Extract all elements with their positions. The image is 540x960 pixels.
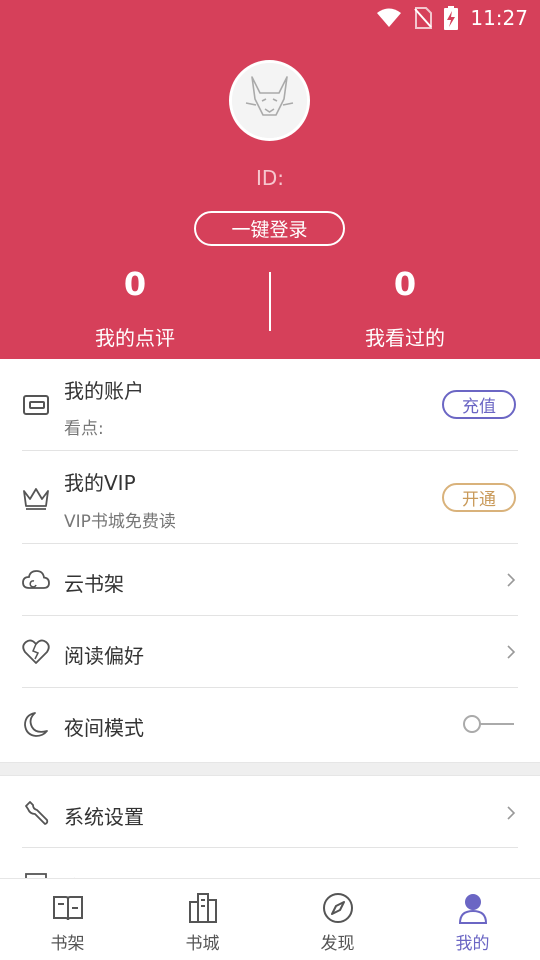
bookstore-icon xyxy=(186,891,220,925)
menu-item-reading-preference[interactable]: 阅读偏好 xyxy=(0,616,540,688)
tab-label: 发现 xyxy=(320,934,355,954)
vip-title: 我的VIP xyxy=(64,471,136,495)
tab-label: 书架 xyxy=(50,934,85,954)
menu-item-settings[interactable]: 系统设置 xyxy=(0,777,540,848)
account-points: 看点: xyxy=(64,419,104,439)
tab-label: 我的 xyxy=(455,934,490,954)
chevron-right-icon xyxy=(507,806,516,820)
menu-item-cloud-shelf[interactable]: 云书架 xyxy=(0,544,540,616)
chevron-right-icon xyxy=(507,645,516,659)
tab-mine[interactable]: 我的 xyxy=(405,879,540,960)
moon-icon xyxy=(22,710,50,738)
wallet-icon xyxy=(22,391,50,419)
battery-charging-icon xyxy=(444,6,459,30)
recharge-button[interactable]: 充值 xyxy=(442,390,516,419)
menu-item-vip[interactable]: 我的VIP VIP书城免费读 开通 xyxy=(0,451,540,544)
night-mode-toggle[interactable] xyxy=(462,712,516,736)
tab-discover[interactable]: 发现 xyxy=(270,879,405,960)
my-reviews-stat[interactable]: 0 我的点评 xyxy=(0,262,270,351)
viewed-label: 我看过的 xyxy=(365,326,445,350)
no-sim-icon xyxy=(414,7,433,29)
profile-header: 11:27 ID: 一键登录 0 我的点评 0 我看过的 xyxy=(0,0,540,359)
tab-bookstore[interactable]: 书城 xyxy=(135,879,270,960)
chevron-right-icon xyxy=(507,573,516,587)
tab-label: 书城 xyxy=(185,934,220,954)
my-reviews-count: 0 xyxy=(123,265,147,303)
heart-icon xyxy=(22,638,50,666)
wifi-icon xyxy=(376,8,402,28)
avatar[interactable] xyxy=(229,60,310,141)
cloud-icon xyxy=(22,566,50,594)
user-id: ID: xyxy=(255,166,285,190)
bookshelf-icon xyxy=(51,891,85,925)
tab-bookshelf[interactable]: 书架 xyxy=(0,879,135,960)
user-icon xyxy=(456,891,490,925)
menu-item-account[interactable]: 我的账户 看点: 充值 xyxy=(0,359,540,451)
status-time: 11:27 xyxy=(470,6,528,30)
settings-title: 系统设置 xyxy=(64,805,144,829)
compass-icon xyxy=(321,891,355,925)
crown-icon xyxy=(22,484,50,512)
one-click-login-button[interactable]: 一键登录 xyxy=(194,211,345,246)
bottom-tab-bar: 书架 书城 发现 我的 xyxy=(0,878,540,960)
section-separator xyxy=(0,762,540,776)
account-title: 我的账户 xyxy=(64,379,144,403)
vip-subtitle: VIP书城免费读 xyxy=(64,512,176,532)
wrench-icon xyxy=(22,799,50,827)
viewed-stat[interactable]: 0 我看过的 xyxy=(270,262,540,351)
menu-item-night-mode: 夜间模式 xyxy=(0,688,540,762)
viewed-count: 0 xyxy=(393,265,417,303)
reading-preference-title: 阅读偏好 xyxy=(64,644,144,668)
cloud-shelf-title: 云书架 xyxy=(64,572,124,596)
activate-vip-button[interactable]: 开通 xyxy=(442,483,516,512)
night-mode-title: 夜间模式 xyxy=(64,716,144,740)
fox-avatar-icon xyxy=(232,63,307,138)
status-bar: 11:27 xyxy=(0,0,540,36)
my-reviews-label: 我的点评 xyxy=(95,326,175,350)
